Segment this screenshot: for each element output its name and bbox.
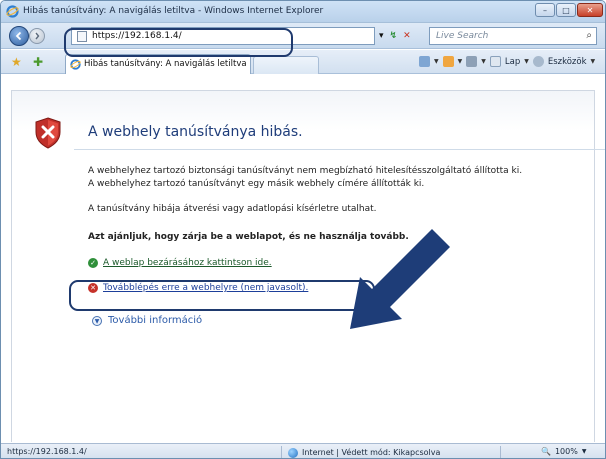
maximize-button[interactable]: □: [556, 3, 576, 17]
zoom-control[interactable]: 🔍 100% ▼: [541, 447, 586, 456]
search-placeholder: Live Search: [436, 31, 489, 41]
page-menu-button[interactable]: Lap: [505, 57, 520, 67]
more-info-label: További információ: [108, 315, 203, 326]
security-zone[interactable]: Internet | Védett mód: Kikapcsolva: [281, 446, 501, 458]
forward-button[interactable]: [29, 28, 45, 44]
zone-label: Internet | Védett mód: Kikapcsolva: [302, 448, 441, 457]
chevron-down-icon: ▼: [92, 315, 102, 326]
cert-error-text-1: A webhelyhez tartozó biztonsági tanúsítv…: [88, 166, 523, 176]
continue-link-highlight: [69, 280, 375, 311]
search-icon[interactable]: ⌕: [586, 30, 592, 41]
search-field[interactable]: Live Search ⌕: [429, 27, 597, 45]
back-button[interactable]: [9, 26, 29, 46]
page-menu-icon: [489, 56, 501, 67]
zoom-icon: 🔍: [541, 447, 551, 456]
zoom-dropdown-icon[interactable]: ▼: [582, 448, 587, 455]
status-bar: https://192.168.1.4/ Internet | Védett m…: [1, 443, 605, 458]
print-icon[interactable]: [466, 56, 478, 67]
add-favorites-icon[interactable]: ✚: [33, 55, 43, 69]
minimize-button[interactable]: –: [535, 3, 555, 17]
address-dropdown-button[interactable]: ▾: [379, 31, 384, 41]
zoom-level: 100%: [554, 447, 578, 456]
phishing-warning-text: A tanúsítvány hibája átverési vagy adatl…: [88, 204, 377, 214]
cert-error-text-2: A webhelyhez tartozó tanúsítványt egy má…: [88, 179, 425, 189]
page-content: A webhely tanúsítványa hibás. A webhelyh…: [1, 74, 605, 443]
ie-logo-icon: [6, 5, 19, 21]
refresh-button[interactable]: ↯: [390, 31, 398, 41]
stop-button[interactable]: ✕: [403, 31, 411, 41]
address-highlight: [64, 28, 293, 57]
heading-divider: [74, 149, 605, 150]
check-icon: ✓: [88, 258, 98, 268]
favorites-star-icon[interactable]: ★: [11, 55, 22, 69]
home-icon[interactable]: [419, 56, 430, 67]
tools-gear-icon: [532, 56, 544, 67]
tab-active[interactable]: Hibás tanúsítvány: A navigálás letiltva: [65, 54, 251, 74]
tab-label: Hibás tanúsítvány: A navigálás letiltva: [84, 59, 247, 69]
title-bar: Hibás tanúsítvány: A navigálás letiltva …: [1, 1, 605, 23]
error-page: A webhely tanúsítványa hibás. A webhelyh…: [11, 90, 605, 442]
close-page-link[interactable]: A weblap bezárásához kattintson ide.: [103, 258, 272, 268]
status-url: https://192.168.1.4/: [7, 447, 87, 456]
back-arrow-icon: [15, 31, 22, 41]
browser-window: Hibás tanúsítvány: A navigálás letiltva …: [0, 0, 606, 459]
new-tab-button[interactable]: [253, 56, 319, 74]
more-info-toggle[interactable]: ▼ További információ: [92, 315, 202, 326]
window-title: Hibás tanúsítvány: A navigálás letiltva …: [23, 6, 324, 16]
feeds-icon[interactable]: [442, 56, 454, 67]
shield-error-icon: [35, 117, 61, 149]
close-window-button[interactable]: ✕: [577, 3, 603, 17]
pointer-arrow-icon: [350, 229, 450, 329]
tools-menu-button[interactable]: Eszközök: [548, 57, 587, 67]
close-page-action: ✓ A weblap bezárásához kattintson ide.: [88, 258, 272, 268]
forward-arrow-icon: [35, 32, 40, 40]
page-heading: A webhely tanúsítványa hibás.: [88, 124, 303, 140]
ie-tab-icon: [70, 59, 81, 73]
internet-globe-icon: [288, 447, 298, 458]
